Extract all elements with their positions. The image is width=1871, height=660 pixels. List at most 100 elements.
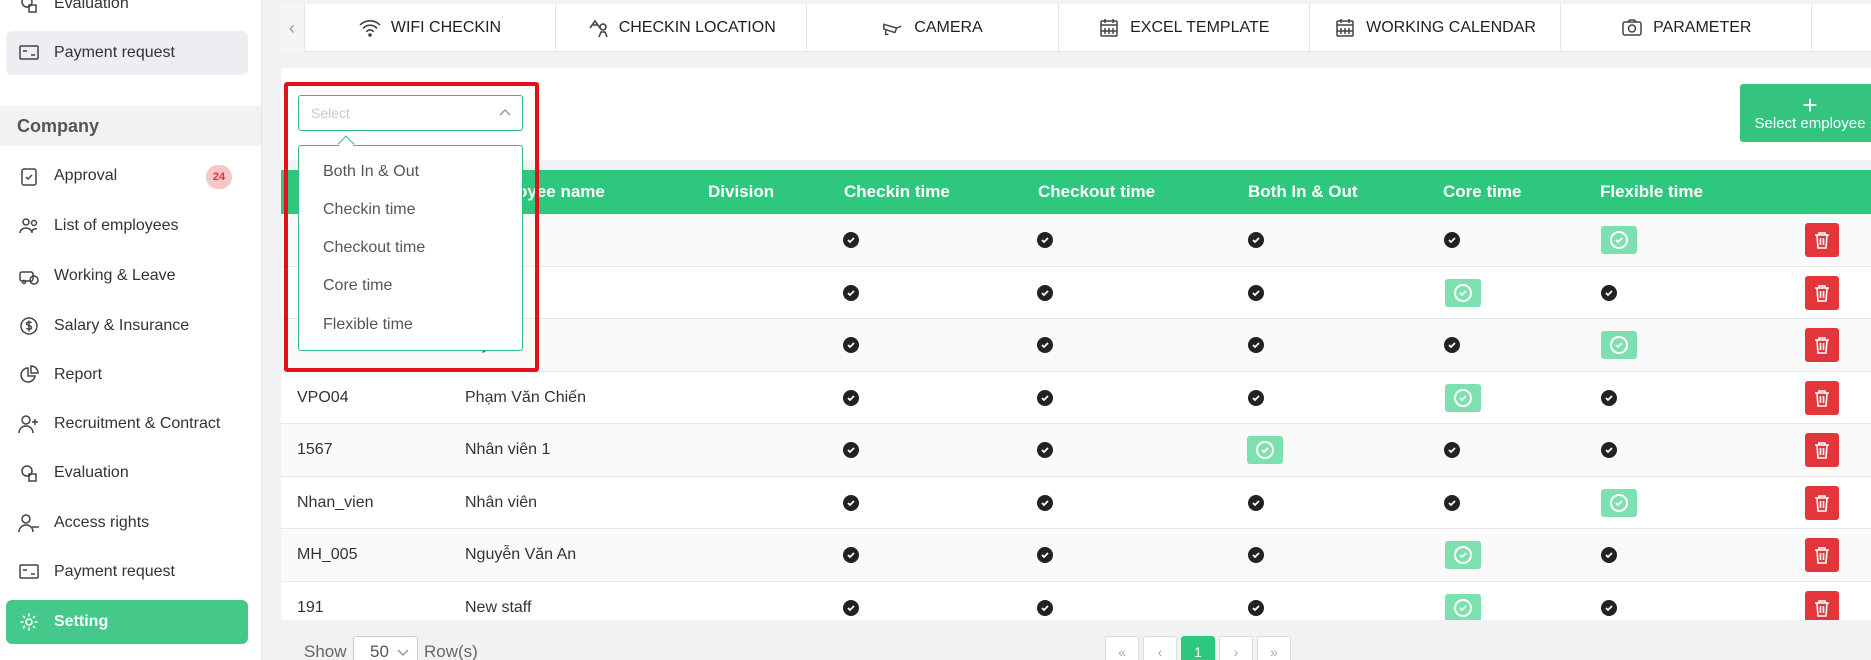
sidebar-item-list-of-employees[interactable]: List of employees bbox=[6, 204, 248, 248]
tab-camera[interactable]: CAMERA bbox=[806, 4, 1057, 52]
checkin-check-icon bbox=[843, 494, 859, 511]
core-time-cell bbox=[1444, 424, 1460, 476]
sidebar-item-label: Evaluation bbox=[54, 0, 129, 12]
tab-label: EXCEL TEMPLATE bbox=[1130, 19, 1270, 36]
flexible-time-check-icon bbox=[1601, 599, 1617, 616]
delete-button[interactable] bbox=[1805, 538, 1839, 572]
settings-tabs: ‹ WIFI CHECKIN CHECKIN LOCATION CAMERA E… bbox=[280, 4, 1871, 52]
core-time-check-icon bbox=[1444, 337, 1460, 353]
select-employee-button[interactable]: + Select employee bbox=[1740, 84, 1871, 142]
pagination-next-button[interactable]: › bbox=[1219, 636, 1253, 660]
rows-per-page-select[interactable]: 50 bbox=[353, 636, 418, 660]
checkout-check-icon bbox=[1037, 547, 1053, 563]
delete-button[interactable] bbox=[1805, 485, 1839, 520]
column-header-both-in-out: Both In & Out bbox=[1248, 182, 1358, 201]
sidebar-item-label: Recruitment & Contract bbox=[54, 415, 221, 432]
flexible-time-selected-icon[interactable] bbox=[1601, 488, 1637, 517]
pagination-page-current[interactable]: 1 bbox=[1181, 636, 1215, 660]
employee-code-cell: Nhan_vien bbox=[297, 493, 374, 511]
pie-chart-icon bbox=[18, 364, 40, 386]
core-time-selected-icon[interactable] bbox=[1445, 383, 1481, 412]
checkout-time-cell bbox=[1037, 214, 1053, 266]
sidebar-item-setting[interactable]: Setting bbox=[6, 600, 248, 644]
table-footer bbox=[281, 620, 1871, 660]
tab-wifi-checkin[interactable]: WIFI CHECKIN bbox=[303, 4, 555, 52]
plus-icon: + bbox=[1802, 89, 1818, 120]
sidebar-item-label: List of employees bbox=[54, 217, 179, 234]
checkin-time-cell bbox=[843, 319, 859, 371]
tab-excel-template[interactable]: EXCEL TEMPLATE bbox=[1057, 4, 1309, 52]
sidebar-item-report[interactable]: Report bbox=[6, 353, 248, 397]
sidebar-item-payment-request[interactable]: Payment request bbox=[6, 550, 248, 594]
core-time-check-icon bbox=[1444, 442, 1460, 458]
location-icon bbox=[587, 17, 609, 39]
core-time-selected-icon[interactable] bbox=[1445, 541, 1481, 569]
column-header-flexible-time: Flexible time bbox=[1600, 182, 1703, 201]
employee-name-cell: Nguyễn Văn An bbox=[465, 546, 577, 563]
trash-icon bbox=[1815, 284, 1829, 302]
checkout-check-icon bbox=[1037, 389, 1053, 406]
flexible-time-check-icon bbox=[1601, 389, 1617, 406]
flexible-time-selected-icon[interactable] bbox=[1601, 226, 1637, 254]
checkin-time-cell bbox=[843, 214, 859, 266]
column-header-division: Division bbox=[708, 182, 775, 201]
sidebar-item-recruitment-contract[interactable]: Recruitment & Contract bbox=[6, 402, 248, 446]
pagination-last-button[interactable]: » bbox=[1257, 636, 1291, 660]
core-time-selected-icon[interactable] bbox=[1445, 278, 1481, 307]
sidebar-item-label: Payment request bbox=[54, 563, 175, 580]
sidebar-item-working-leave[interactable]: Working & Leave bbox=[6, 254, 248, 298]
tab-parameter[interactable]: PARAMETER bbox=[1560, 4, 1811, 52]
sidebar-item-approval[interactable]: Approval 24 bbox=[6, 154, 248, 198]
checkin-time-cell bbox=[843, 267, 859, 319]
sidebar-item-label: Report bbox=[54, 366, 103, 383]
employee-code-cell: 1567 bbox=[297, 441, 333, 458]
delete-button[interactable] bbox=[1805, 223, 1839, 257]
flexible-time-selected-icon[interactable] bbox=[1601, 331, 1637, 359]
delete-button[interactable] bbox=[1805, 380, 1839, 415]
both-in-out-selected-icon[interactable] bbox=[1247, 436, 1283, 464]
sidebar-item-label: Working & Leave bbox=[54, 267, 176, 284]
sidebar-item-payment-request-top[interactable]: Payment request bbox=[6, 31, 248, 75]
both-in-out-check-icon bbox=[1248, 494, 1264, 511]
delete-cell bbox=[1805, 214, 1839, 266]
sidebar-item-evaluation-top[interactable]: Evaluation bbox=[6, 0, 248, 26]
checkin-time-cell bbox=[843, 477, 859, 529]
both-in-out-cell bbox=[1248, 477, 1264, 529]
table-row: MH_005 Nguyễn Văn An bbox=[281, 529, 1871, 582]
core-time-selected-icon[interactable] bbox=[1445, 593, 1481, 622]
tab-working-calendar[interactable]: WORKING CALENDAR bbox=[1308, 4, 1560, 52]
pagination-prev-button[interactable]: ‹ bbox=[1143, 636, 1177, 660]
trash-icon bbox=[1815, 232, 1829, 249]
employee-code-cell: VPO04 bbox=[297, 388, 349, 406]
trash-icon bbox=[1815, 599, 1829, 617]
tab-checkin-location[interactable]: CHECKIN LOCATION bbox=[555, 4, 806, 52]
checkout-time-cell bbox=[1037, 319, 1053, 371]
delete-button[interactable] bbox=[1805, 275, 1839, 310]
core-time-cell bbox=[1444, 214, 1460, 266]
sidebar-item-evaluation[interactable]: Evaluation bbox=[6, 451, 248, 495]
both-in-out-cell bbox=[1247, 424, 1283, 476]
user-key-icon bbox=[18, 512, 40, 534]
checkout-check-icon bbox=[1037, 337, 1053, 353]
pagination-first-button[interactable]: « bbox=[1105, 636, 1139, 660]
tabs-scroll-left-button[interactable]: ‹ bbox=[280, 4, 304, 52]
dollar-circle-icon bbox=[18, 315, 40, 337]
select-employee-label: Select employee bbox=[1754, 114, 1866, 132]
sidebar-item-salary-insurance[interactable]: Salary & Insurance bbox=[6, 304, 248, 348]
sidebar-item-access-rights[interactable]: Access rights bbox=[6, 501, 248, 545]
core-time-check-icon bbox=[1444, 232, 1460, 248]
calendar-grid-icon bbox=[1098, 17, 1120, 39]
checkin-check-icon bbox=[843, 284, 859, 301]
core-time-cell bbox=[1444, 319, 1460, 371]
both-in-out-cell bbox=[1248, 319, 1264, 371]
delete-button[interactable] bbox=[1805, 433, 1839, 467]
table-row: 1567 Nhân viên 1 bbox=[281, 424, 1871, 477]
flexible-time-cell bbox=[1601, 424, 1617, 476]
delete-button[interactable] bbox=[1805, 328, 1839, 362]
both-in-out-check-icon bbox=[1248, 547, 1264, 563]
trash-icon bbox=[1815, 547, 1829, 564]
both-in-out-cell bbox=[1248, 214, 1264, 266]
both-in-out-check-icon bbox=[1248, 337, 1264, 353]
tab-more[interactable] bbox=[1811, 4, 1871, 52]
checkout-time-cell bbox=[1037, 477, 1053, 529]
